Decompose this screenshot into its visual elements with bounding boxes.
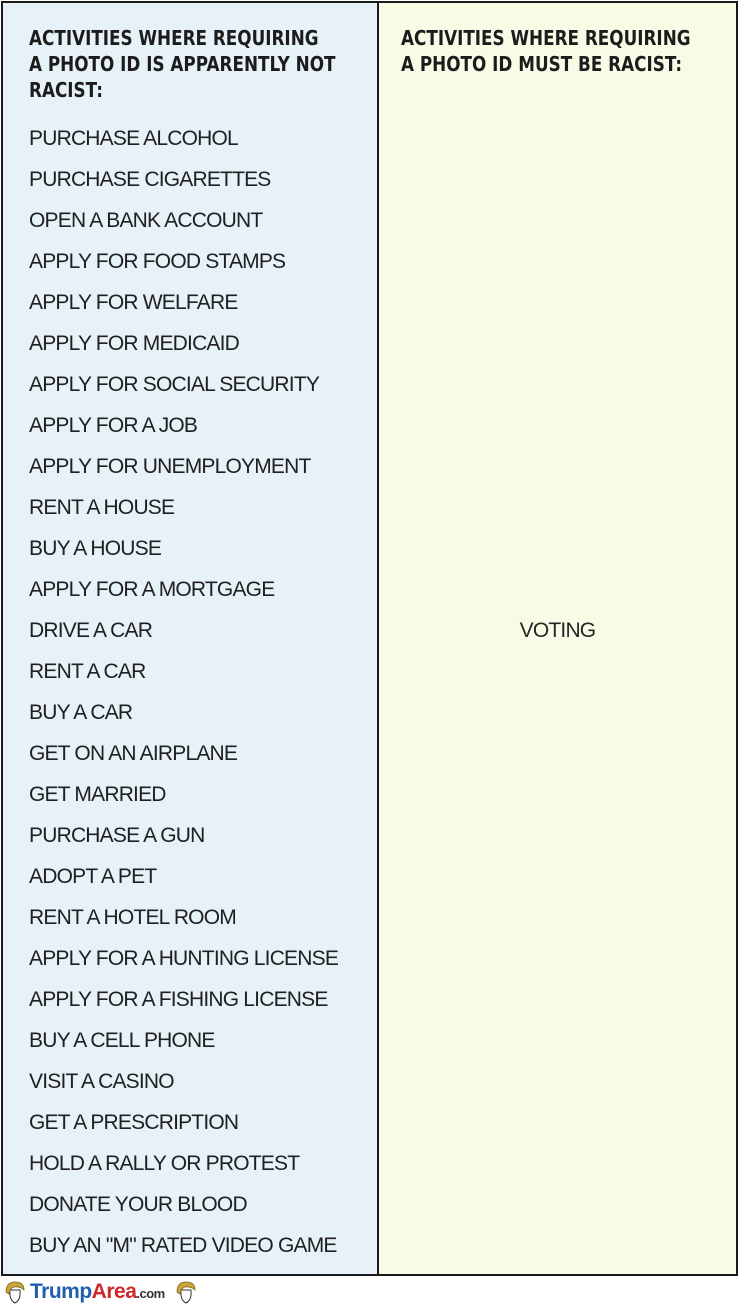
- logo-text: TrumpArea.com: [30, 1280, 165, 1304]
- logo-area: Area: [91, 1279, 137, 1303]
- activity-item: ADOPT A PET: [29, 865, 157, 888]
- activity-item: APPLY FOR A HUNTING LICENSE: [29, 947, 339, 970]
- logo-trump: Trump: [30, 1279, 92, 1303]
- activity-item: PURCHASE ALCOHOL: [29, 127, 239, 150]
- activity-item: APPLY FOR WELFARE: [29, 291, 238, 314]
- comparison-table: ACTIVITIES WHERE REQUIRING A PHOTO ID IS…: [1, 1, 738, 1276]
- activity-item: DONATE YOUR BLOOD: [29, 1193, 248, 1216]
- activity-item: APPLY FOR A JOB: [29, 414, 198, 437]
- activity-item: RENT A HOUSE: [29, 496, 175, 519]
- activity-item: PURCHASE A GUN: [29, 824, 205, 847]
- activity-list: PURCHASE ALCOHOL PURCHASE CIGARETTES OPEN …: [29, 123, 339, 1271]
- activity-item: BUY A CAR: [29, 701, 133, 724]
- activity-item: GET ON AN AIRPLANE: [29, 742, 238, 765]
- activity-item: OPEN A BANK ACCOUNT: [29, 209, 263, 232]
- logo-com: .com: [136, 1285, 165, 1301]
- activity-item: PURCHASE CIGARETTES: [29, 168, 271, 191]
- activity-item: BUY AN "M" RATED VIDEO GAME: [29, 1234, 337, 1257]
- activity-item: BUY A CELL PHONE: [29, 1029, 215, 1052]
- activity-item: APPLY FOR SOCIAL SECURITY: [29, 373, 320, 396]
- activity-item: HOLD A RALLY OR PROTEST: [29, 1152, 300, 1175]
- activity-item: APPLY FOR A FISHING LICENSE: [29, 988, 328, 1011]
- activity-item: GET MARRIED: [29, 783, 166, 806]
- right-column-heading: ACTIVITIES WHERE REQUIRING A PHOTO ID MU…: [401, 26, 691, 76]
- activity-item: RENT A CAR: [29, 660, 146, 683]
- site-logo[interactable]: TrumpArea.com: [4, 1279, 197, 1304]
- activity-item: APPLY FOR UNEMPLOYMENT: [29, 455, 311, 478]
- left-column: ACTIVITIES WHERE REQUIRING A PHOTO ID IS…: [3, 3, 379, 1274]
- trump-head-icon: [5, 1281, 25, 1304]
- right-column: ACTIVITIES WHERE REQUIRING A PHOTO ID MU…: [379, 3, 736, 1274]
- activity-item: GET A PRESCRIPTION: [29, 1111, 239, 1134]
- activity-item: VISIT A CASINO: [29, 1070, 175, 1093]
- activity-item: DRIVE A CAR: [29, 619, 153, 642]
- trump-head-icon: [176, 1281, 196, 1304]
- activity-item: APPLY FOR FOOD STAMPS: [29, 250, 286, 273]
- activity-item: APPLY FOR A MORTGAGE: [29, 578, 275, 601]
- left-column-heading: ACTIVITIES WHERE REQUIRING A PHOTO ID IS…: [29, 26, 336, 102]
- activity-item: BUY A HOUSE: [29, 537, 162, 560]
- voting-item: VOTING: [519, 619, 597, 642]
- activity-item: APPLY FOR MEDICAID: [29, 332, 240, 355]
- activity-item: RENT A HOTEL ROOM: [29, 906, 237, 929]
